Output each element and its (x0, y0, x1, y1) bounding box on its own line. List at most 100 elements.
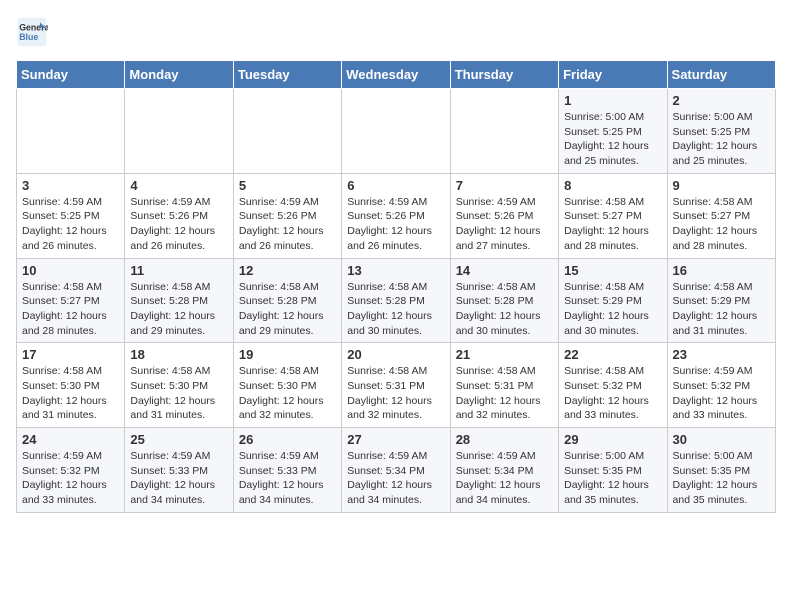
day-number: 9 (673, 178, 770, 193)
day-number: 13 (347, 263, 444, 278)
svg-text:Blue: Blue (19, 32, 38, 42)
day-info: Sunrise: 4:58 AM Sunset: 5:32 PM Dayligh… (564, 364, 661, 423)
day-number: 1 (564, 93, 661, 108)
day-number: 5 (239, 178, 336, 193)
day-info: Sunrise: 4:58 AM Sunset: 5:31 PM Dayligh… (456, 364, 553, 423)
day-number: 30 (673, 432, 770, 447)
day-number: 25 (130, 432, 227, 447)
day-number: 11 (130, 263, 227, 278)
day-info: Sunrise: 4:58 AM Sunset: 5:30 PM Dayligh… (22, 364, 119, 423)
day-info: Sunrise: 4:59 AM Sunset: 5:33 PM Dayligh… (130, 449, 227, 508)
calendar-cell: 17 Sunrise: 4:58 AM Sunset: 5:30 PM Dayli… (17, 343, 125, 428)
calendar-cell (125, 89, 233, 174)
logo: General Blue (16, 16, 52, 48)
calendar-cell: 5 Sunrise: 4:59 AM Sunset: 5:26 PM Daylig… (233, 173, 341, 258)
calendar-cell (17, 89, 125, 174)
day-info: Sunrise: 5:00 AM Sunset: 5:35 PM Dayligh… (564, 449, 661, 508)
calendar-cell: 24 Sunrise: 4:59 AM Sunset: 5:32 PM Dayli… (17, 428, 125, 513)
day-number: 20 (347, 347, 444, 362)
day-number: 4 (130, 178, 227, 193)
calendar-cell: 16 Sunrise: 4:58 AM Sunset: 5:29 PM Dayli… (667, 258, 775, 343)
weekday-header: Wednesday (342, 61, 450, 89)
day-number: 10 (22, 263, 119, 278)
calendar-cell: 8 Sunrise: 4:58 AM Sunset: 5:27 PM Daylig… (559, 173, 667, 258)
calendar-cell: 12 Sunrise: 4:58 AM Sunset: 5:28 PM Dayli… (233, 258, 341, 343)
day-info: Sunrise: 4:59 AM Sunset: 5:26 PM Dayligh… (347, 195, 444, 254)
weekday-header: Sunday (17, 61, 125, 89)
day-number: 8 (564, 178, 661, 193)
day-info: Sunrise: 4:59 AM Sunset: 5:32 PM Dayligh… (22, 449, 119, 508)
day-info: Sunrise: 4:58 AM Sunset: 5:30 PM Dayligh… (239, 364, 336, 423)
day-number: 22 (564, 347, 661, 362)
day-number: 15 (564, 263, 661, 278)
weekday-header: Friday (559, 61, 667, 89)
day-info: Sunrise: 5:00 AM Sunset: 5:35 PM Dayligh… (673, 449, 770, 508)
calendar-cell: 14 Sunrise: 4:58 AM Sunset: 5:28 PM Dayli… (450, 258, 558, 343)
calendar-cell: 21 Sunrise: 4:58 AM Sunset: 5:31 PM Dayli… (450, 343, 558, 428)
day-info: Sunrise: 4:59 AM Sunset: 5:25 PM Dayligh… (22, 195, 119, 254)
day-info: Sunrise: 4:58 AM Sunset: 5:28 PM Dayligh… (239, 280, 336, 339)
day-info: Sunrise: 4:59 AM Sunset: 5:26 PM Dayligh… (130, 195, 227, 254)
calendar-table: SundayMondayTuesdayWednesdayThursdayFrid… (16, 60, 776, 513)
day-number: 28 (456, 432, 553, 447)
day-info: Sunrise: 4:58 AM Sunset: 5:28 PM Dayligh… (130, 280, 227, 339)
calendar-cell: 13 Sunrise: 4:58 AM Sunset: 5:28 PM Dayli… (342, 258, 450, 343)
calendar-cell (342, 89, 450, 174)
calendar-cell: 10 Sunrise: 4:58 AM Sunset: 5:27 PM Dayli… (17, 258, 125, 343)
day-info: Sunrise: 4:58 AM Sunset: 5:27 PM Dayligh… (673, 195, 770, 254)
calendar-header: SundayMondayTuesdayWednesdayThursdayFrid… (17, 61, 776, 89)
calendar-cell: 18Sunrise: 4:58 AM Sunset: 5:30 PM Dayli… (125, 343, 233, 428)
day-info: Sunrise: 5:00 AM Sunset: 5:25 PM Dayligh… (564, 110, 661, 169)
page-header: General Blue (16, 16, 776, 48)
calendar-cell: 27Sunrise: 4:59 AM Sunset: 5:34 PM Dayli… (342, 428, 450, 513)
day-number: 29 (564, 432, 661, 447)
weekday-header: Tuesday (233, 61, 341, 89)
day-number: 12 (239, 263, 336, 278)
day-info: Sunrise: 4:59 AM Sunset: 5:34 PM Dayligh… (347, 449, 444, 508)
day-number: 14 (456, 263, 553, 278)
day-info: Sunrise: 4:58 AM Sunset: 5:30 PM Dayligh… (130, 364, 227, 423)
calendar-cell: 15 Sunrise: 4:58 AM Sunset: 5:29 PM Dayli… (559, 258, 667, 343)
day-info: Sunrise: 5:00 AM Sunset: 5:25 PM Dayligh… (673, 110, 770, 169)
day-info: Sunrise: 4:58 AM Sunset: 5:27 PM Dayligh… (22, 280, 119, 339)
day-number: 23 (673, 347, 770, 362)
day-number: 21 (456, 347, 553, 362)
day-info: Sunrise: 4:58 AM Sunset: 5:27 PM Dayligh… (564, 195, 661, 254)
day-info: Sunrise: 4:59 AM Sunset: 5:34 PM Dayligh… (456, 449, 553, 508)
calendar-cell: 28 Sunrise: 4:59 AM Sunset: 5:34 PM Dayli… (450, 428, 558, 513)
calendar-cell: 1 Sunrise: 5:00 AM Sunset: 5:25 PM Daylig… (559, 89, 667, 174)
calendar-cell: 23 Sunrise: 4:59 AM Sunset: 5:32 PM Dayli… (667, 343, 775, 428)
calendar-cell (233, 89, 341, 174)
calendar-cell: 19Sunrise: 4:58 AM Sunset: 5:30 PM Dayli… (233, 343, 341, 428)
calendar-cell: 2 Sunrise: 5:00 AM Sunset: 5:25 PM Daylig… (667, 89, 775, 174)
day-number: 26 (239, 432, 336, 447)
day-number: 24 (22, 432, 119, 447)
day-number: 3 (22, 178, 119, 193)
calendar-cell (450, 89, 558, 174)
day-number: 2 (673, 93, 770, 108)
day-info: Sunrise: 4:58 AM Sunset: 5:28 PM Dayligh… (456, 280, 553, 339)
day-number: 7 (456, 178, 553, 193)
day-number: 16 (673, 263, 770, 278)
calendar-cell: 9 Sunrise: 4:58 AM Sunset: 5:27 PM Daylig… (667, 173, 775, 258)
calendar-week-row: 17 Sunrise: 4:58 AM Sunset: 5:30 PM Dayli… (17, 343, 776, 428)
day-info: Sunrise: 4:59 AM Sunset: 5:33 PM Dayligh… (239, 449, 336, 508)
calendar-cell: 11 Sunrise: 4:58 AM Sunset: 5:28 PM Dayli… (125, 258, 233, 343)
calendar-cell: 30 Sunrise: 5:00 AM Sunset: 5:35 PM Dayli… (667, 428, 775, 513)
day-info: Sunrise: 4:58 AM Sunset: 5:29 PM Dayligh… (564, 280, 661, 339)
day-info: Sunrise: 4:58 AM Sunset: 5:29 PM Dayligh… (673, 280, 770, 339)
day-number: 6 (347, 178, 444, 193)
weekday-header: Monday (125, 61, 233, 89)
day-info: Sunrise: 4:59 AM Sunset: 5:32 PM Dayligh… (673, 364, 770, 423)
calendar-cell: 7 Sunrise: 4:59 AM Sunset: 5:26 PM Daylig… (450, 173, 558, 258)
calendar-cell: 26 Sunrise: 4:59 AM Sunset: 5:33 PM Dayli… (233, 428, 341, 513)
logo-icon: General Blue (16, 16, 48, 48)
day-info: Sunrise: 4:59 AM Sunset: 5:26 PM Dayligh… (456, 195, 553, 254)
calendar-cell: 29 Sunrise: 5:00 AM Sunset: 5:35 PM Dayli… (559, 428, 667, 513)
day-number: 17 (22, 347, 119, 362)
day-info: Sunrise: 4:59 AM Sunset: 5:26 PM Dayligh… (239, 195, 336, 254)
calendar-week-row: 10 Sunrise: 4:58 AM Sunset: 5:27 PM Dayli… (17, 258, 776, 343)
calendar-week-row: 3 Sunrise: 4:59 AM Sunset: 5:25 PM Daylig… (17, 173, 776, 258)
calendar-cell: 20Sunrise: 4:58 AM Sunset: 5:31 PM Dayli… (342, 343, 450, 428)
day-info: Sunrise: 4:58 AM Sunset: 5:28 PM Dayligh… (347, 280, 444, 339)
